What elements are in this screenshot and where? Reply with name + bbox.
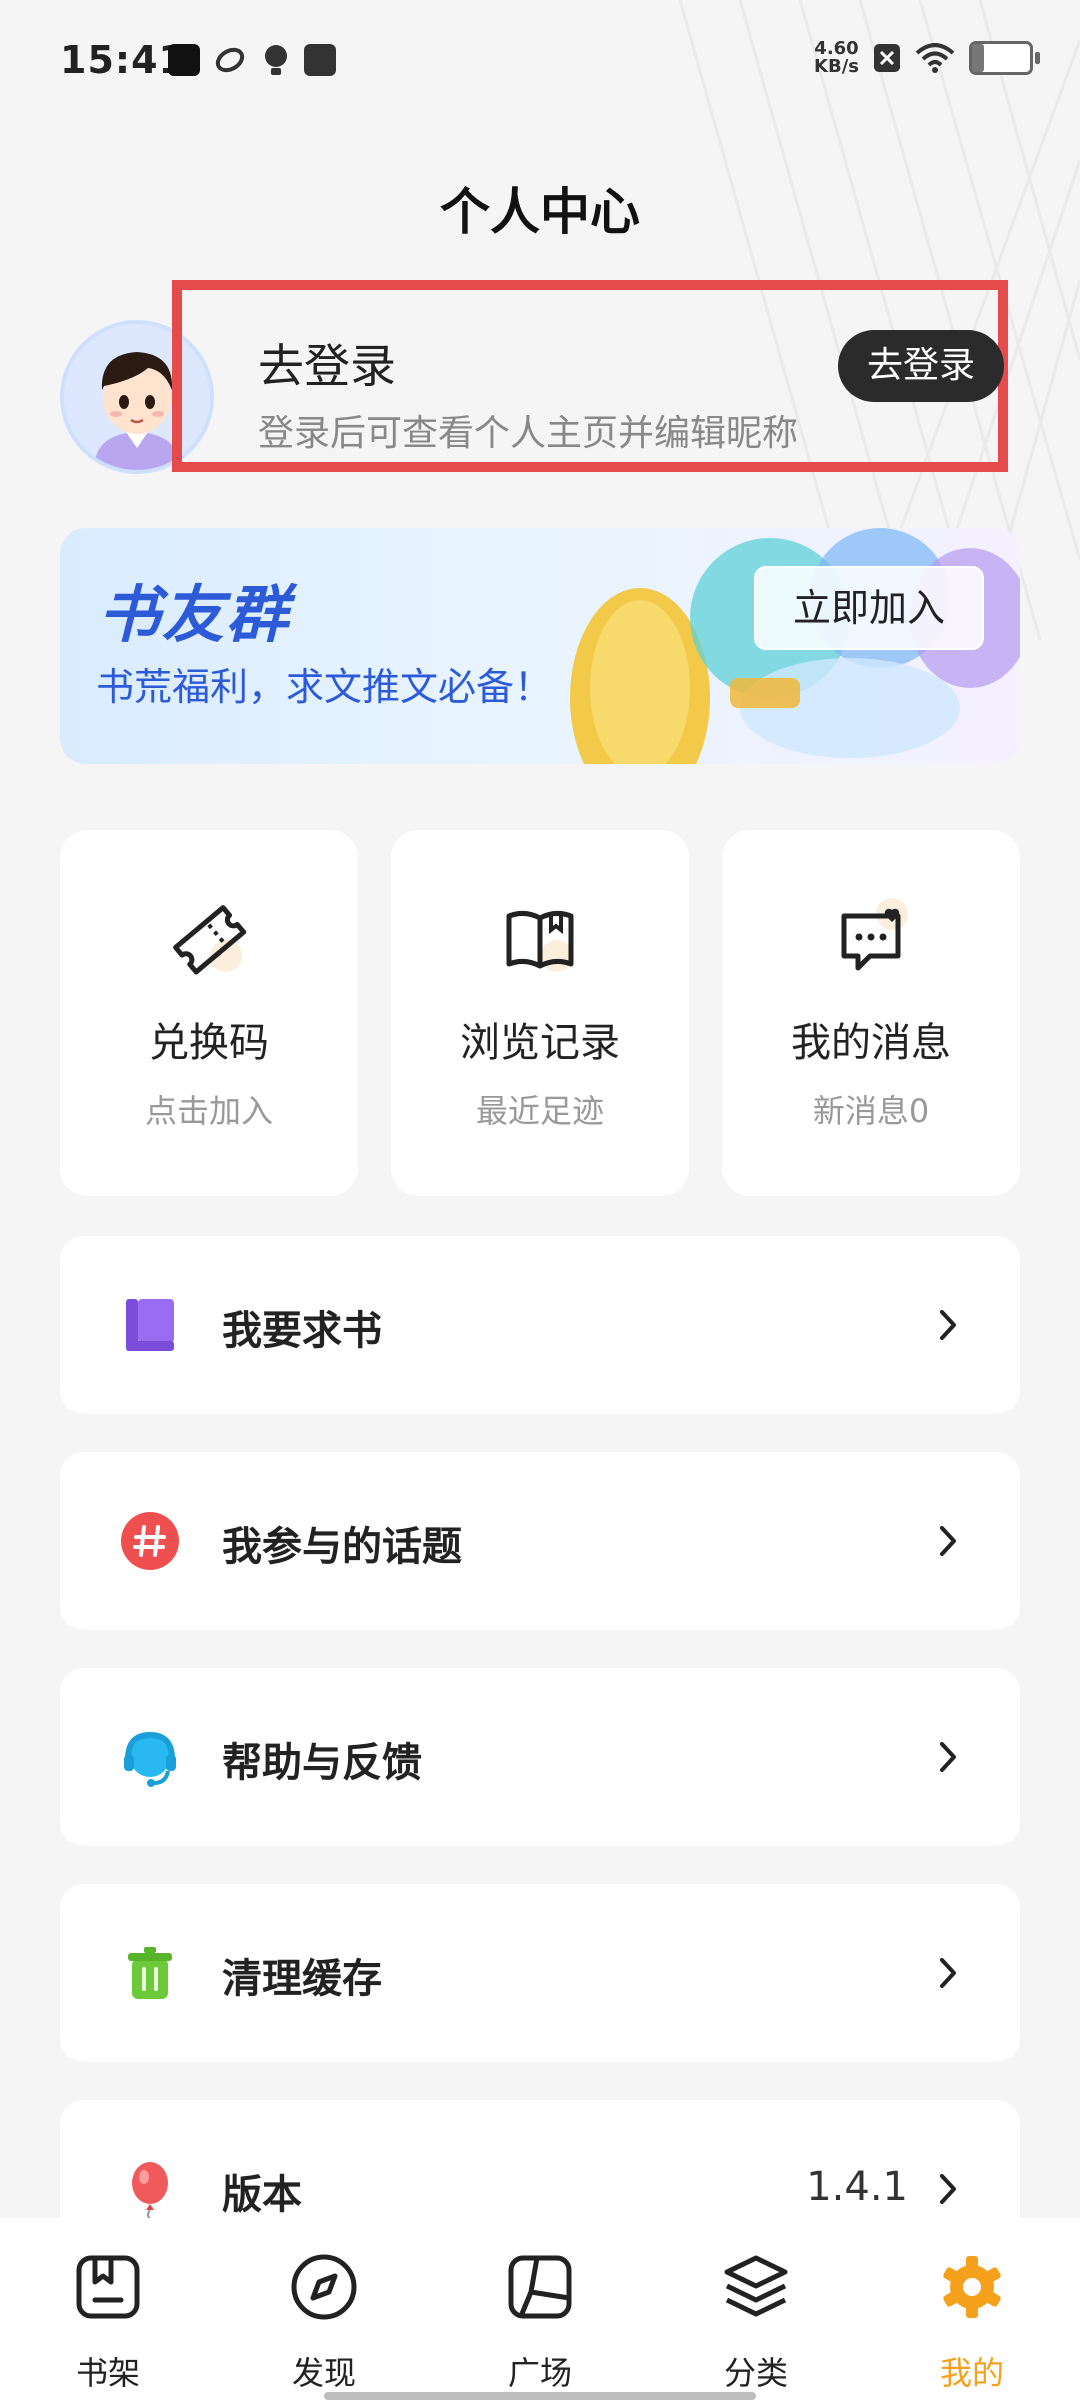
home-indicator[interactable]	[324, 2392, 756, 2400]
browse-history-label: 浏览记录	[460, 1020, 620, 1066]
battery-indicator: 21	[969, 41, 1040, 75]
network-speed-unit: KB/s	[814, 56, 859, 77]
browse-history-card[interactable]: 浏览记录 最近足迹	[391, 830, 689, 1196]
app-icon	[215, 47, 245, 73]
balloon-icon	[132, 2162, 168, 2220]
my-topics-label: 我参与的话题	[222, 1524, 462, 1570]
banner-subtitle: 书荒福利，求文推文必备！	[96, 665, 553, 709]
battery-tip	[1035, 52, 1040, 64]
my-messages-label: 我的消息	[791, 1020, 951, 1066]
version-label: 版本	[222, 2172, 302, 2218]
tab-category[interactable]: 分类	[648, 2218, 864, 2408]
login-button[interactable]: 去登录	[838, 330, 1004, 402]
my-messages-sub: 新消息0	[812, 1092, 930, 1130]
chevron-right-icon	[940, 2174, 956, 2204]
help-feedback-row[interactable]: 帮助与反馈	[60, 1668, 1020, 1846]
tab-category-label: 分类	[723, 2354, 788, 2392]
book-open-icon	[506, 910, 574, 972]
tab-bookshelf[interactable]: 书架	[0, 2218, 216, 2408]
tab-bookshelf-label: 书架	[75, 2354, 140, 2392]
browse-history-sub: 最近足迹	[475, 1092, 604, 1130]
chevron-right-icon	[940, 1310, 956, 1340]
tab-mine[interactable]: 我的	[864, 2218, 1080, 2408]
wifi-icon	[915, 43, 955, 73]
chevron-right-icon	[940, 1742, 956, 1772]
redeem-code-label: 兑换码	[149, 1020, 269, 1066]
bookshelf-icon	[76, 2255, 140, 2319]
bulb-icon	[265, 45, 287, 75]
square-icon	[508, 2255, 572, 2319]
message-icon	[841, 898, 908, 971]
redeem-code-card[interactable]: 兑换码 点击加入	[60, 830, 358, 1196]
headset-icon	[124, 1731, 176, 1787]
redeem-code-sub: 点击加入	[144, 1092, 273, 1130]
sim-off-icon	[874, 44, 900, 72]
login-title[interactable]: 去登录	[258, 330, 396, 396]
network-speed: 4.60 KB/s	[814, 40, 859, 76]
help-feedback-label: 帮助与反馈	[222, 1740, 422, 1786]
battery-body: 21	[969, 41, 1033, 75]
my-topics-row[interactable]: 我参与的话题	[60, 1452, 1020, 1630]
book-friends-banner[interactable]: 书友群 书荒福利，求文推文必备！ 立即加入	[60, 528, 1020, 764]
compass-icon	[291, 2254, 357, 2320]
login-subtitle: 登录后可查看个人主页并编辑昵称	[258, 413, 799, 454]
battery-level-text: 21	[987, 46, 1015, 70]
my-messages-card[interactable]: 我的消息 新消息0	[722, 830, 1020, 1196]
join-button[interactable]: 立即加入	[754, 566, 984, 650]
mail-app-icon	[304, 44, 336, 76]
gear-icon	[943, 2256, 1001, 2318]
tab-plaza-label: 广场	[507, 2354, 572, 2392]
hashtag-icon	[121, 1512, 179, 1570]
page-title: 个人中心	[440, 183, 640, 241]
tab-mine-label: 我的	[939, 2354, 1004, 2392]
tab-discover-label: 发现	[291, 2354, 356, 2392]
book-request-icon	[126, 1299, 174, 1351]
request-book-row[interactable]: 我要求书	[60, 1236, 1020, 1414]
banner-title: 书友群	[98, 578, 291, 651]
layers-icon	[724, 2255, 788, 2317]
request-book-label: 我要求书	[222, 1308, 382, 1354]
clear-cache-label: 清理缓存	[222, 1956, 382, 2002]
ticket-icon	[173, 905, 247, 975]
status-right: 4.60 KB/s 21	[814, 40, 1040, 76]
bottom-tab-bar: 书架 发现 广场 分类 我的	[0, 2218, 1080, 2408]
tab-plaza[interactable]: 广场	[432, 2218, 648, 2408]
trash-icon	[128, 1947, 172, 1999]
chevron-right-icon	[940, 1526, 956, 1556]
tab-discover[interactable]: 发现	[216, 2218, 432, 2408]
tiktok-icon	[168, 44, 200, 76]
clear-cache-row[interactable]: 清理缓存	[60, 1884, 1020, 2062]
version-value: 1.4.1	[806, 2164, 908, 2210]
chevron-right-icon	[940, 1958, 956, 1988]
